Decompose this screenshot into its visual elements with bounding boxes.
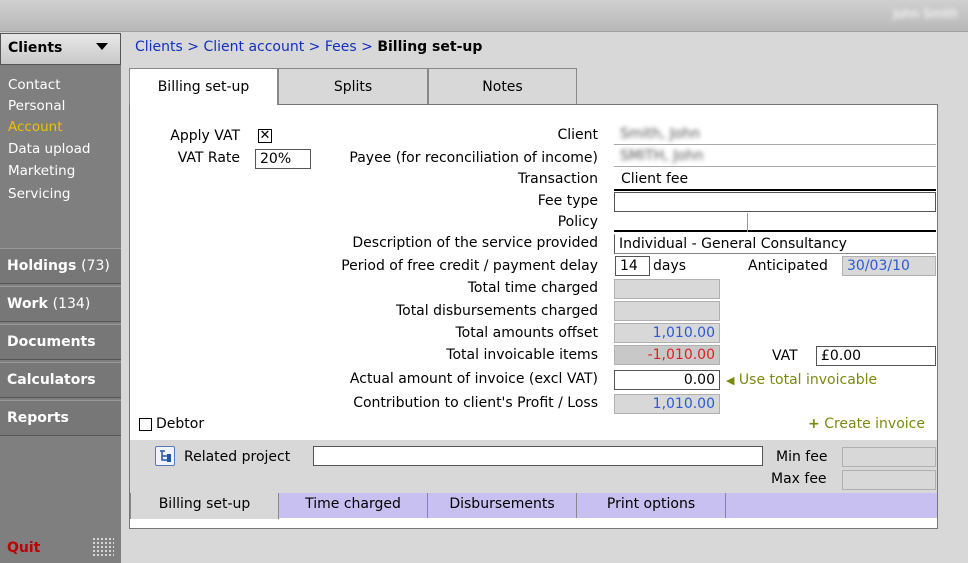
description-field[interactable]: Individual - General Consultancy [614,234,936,254]
contribution-label: Contribution to client's Profit / Loss [353,395,598,411]
apply-vat-label: Apply VAT [170,128,240,144]
credit-period-label: Period of free credit / payment delay [341,258,598,274]
total-invoicable-label: Total invoicable items [446,347,598,363]
total-time-value [614,279,720,299]
sidebar-item-account[interactable]: Account [8,119,63,135]
breadcrumb-current: Billing set-up [377,39,483,55]
breadcrumb-separator: > [356,39,378,55]
nav-work-label: Work [7,296,48,312]
nav-holdings[interactable]: Holdings (73) [0,248,121,284]
related-project-label: Related project [184,449,291,465]
max-fee-label: Max fee [771,471,827,487]
nav-reports[interactable]: Reports [0,400,121,436]
sidebar-header-label: Clients [8,40,63,56]
sidebar-item-personal[interactable]: Personal [8,98,65,114]
total-time-label: Total time charged [467,280,598,296]
debtor-checkbox[interactable] [139,418,152,431]
max-fee-field [842,470,936,490]
bottom-tab-disbursements[interactable]: Disbursements [428,493,577,518]
total-offset-value: 1,010.00 [614,323,720,343]
description-label: Description of the service provided [352,235,598,251]
bottom-tab-print-options[interactable]: Print options [577,493,726,518]
debtor-label: Debtor [156,416,205,432]
anticipated-label: Anticipated [748,258,828,274]
use-total-invoicable-label: Use total invoicable [738,372,878,388]
sidebar-item-contact[interactable]: Contact [8,77,61,93]
arrow-left-icon: ◀ [726,374,735,387]
vat-amount-field[interactable]: £0.00 [816,346,936,366]
nav-holdings-count: (73) [81,258,110,274]
divider [614,189,936,191]
nav-work[interactable]: Work (134) [0,286,121,322]
sidebar-item-data-upload[interactable]: Data upload [8,141,91,157]
breadcrumb-client-account[interactable]: Client account [203,39,304,55]
breadcrumb-clients[interactable]: Clients [135,39,183,55]
grip-icon [92,537,114,557]
min-fee-label: Min fee [776,449,828,465]
nav-holdings-label: Holdings [7,258,77,274]
credit-days-unit: days [653,258,687,274]
policy-label: Policy [557,214,598,230]
sidebar-header-clients[interactable]: Clients [0,33,121,65]
sidebar-item-servicing[interactable]: Servicing [8,186,70,202]
min-fee-field [842,447,936,467]
nav-documents-label: Documents [7,334,96,350]
plus-icon: + [808,416,820,432]
breadcrumb-fees[interactable]: Fees [325,39,357,55]
vat-rate-field[interactable]: 20% [255,149,311,169]
tab-notes[interactable]: Notes [428,68,577,104]
user-name: John Smith [893,7,958,21]
transaction-label: Transaction [517,171,598,187]
payee-value: SMITH, John [620,148,704,164]
actual-amount-field[interactable]: 0.00 [614,370,720,390]
tab-splits[interactable]: Splits [278,68,428,104]
fee-type-label: Fee type [537,193,598,209]
divider [747,213,748,232]
policy-field[interactable] [614,230,936,232]
breadcrumb: Clients > Client account > Fees > Billin… [135,39,482,55]
client-value: Smith, John [620,126,701,142]
total-disbursements-value [614,301,720,321]
breadcrumb-separator: > [304,39,325,55]
payee-label: Payee (for reconciliation of income) [349,150,598,166]
nav-reports-label: Reports [7,410,69,426]
top-bar: John Smith [0,0,968,32]
use-total-invoicable-link[interactable]: ◀ Use total invoicable [726,372,877,388]
total-offset-label: Total amounts offset [455,325,598,341]
anticipated-date: 30/03/10 [842,256,936,276]
actual-amount-label: Actual amount of invoice (excl VAT) [349,371,598,387]
sidebar-item-marketing[interactable]: Marketing [8,163,75,179]
nav-calculators[interactable]: Calculators [0,362,121,398]
nav-work-count: (134) [52,296,91,312]
create-invoice-label: Create invoice [824,416,925,432]
bottom-tab-billing-setup[interactable]: Billing set-up [130,493,279,519]
breadcrumb-separator: > [182,39,204,55]
total-invoicable-value: -1,010.00 [614,345,720,365]
client-value-field: Smith, John [614,125,936,145]
vat-label: VAT [772,348,798,364]
nav-documents[interactable]: Documents [0,324,121,360]
contribution-value: 1,010.00 [614,394,720,414]
credit-days-field[interactable]: 14 [615,256,650,276]
total-disbursements-label: Total disbursements charged [395,303,598,319]
quit-button[interactable]: Quit [7,540,40,556]
related-project-field[interactable] [313,446,763,466]
apply-vat-checkbox[interactable]: ✕ [258,129,272,143]
payee-value-field: SMITH, John [614,147,936,167]
nav-calculators-label: Calculators [7,372,96,388]
fee-type-field[interactable] [614,192,936,212]
transaction-value: Client fee [621,171,689,187]
create-invoice-button[interactable]: + Create invoice [808,416,925,432]
vat-rate-label: VAT Rate [177,150,240,166]
tab-billing-setup[interactable]: Billing set-up [129,68,278,105]
chevron-down-icon[interactable] [96,43,108,50]
client-label: Client [557,127,598,143]
bottom-tab-time-charged[interactable]: Time charged [279,493,428,518]
project-tree-icon[interactable] [155,446,175,466]
